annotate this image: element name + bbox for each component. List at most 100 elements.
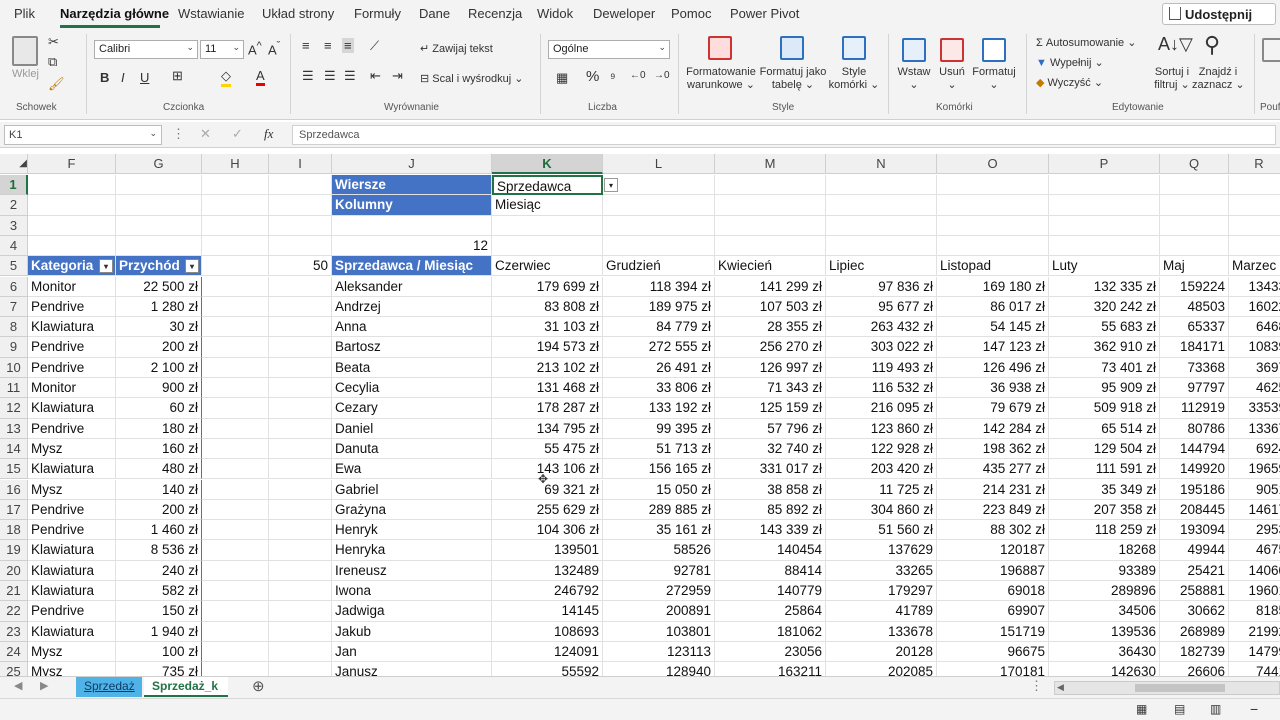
cell-j20[interactable]: Ireneusz — [332, 560, 492, 581]
cell-i17[interactable] — [269, 499, 332, 521]
cell-g15[interactable]: 480 zł — [116, 459, 202, 480]
cell-o3[interactable] — [937, 215, 1049, 236]
cell-r9[interactable]: 10839 — [1229, 337, 1280, 358]
cell-p9[interactable]: 362 910 zł — [1049, 337, 1160, 358]
cell-r23[interactable]: 21992 — [1229, 622, 1280, 642]
cell-l18[interactable]: 35 161 zł — [603, 520, 715, 541]
row-header[interactable]: 2 — [0, 195, 28, 216]
cell-h24[interactable] — [202, 641, 269, 663]
ribbon-tab-4[interactable]: Formuły — [354, 6, 401, 21]
cell-g10[interactable]: 2 100 zł — [116, 357, 202, 378]
cell-n11[interactable]: 116 532 zł — [826, 378, 937, 399]
cell-h10[interactable] — [202, 357, 269, 378]
cell-m6[interactable]: 141 299 zł — [715, 276, 826, 297]
cell-m19[interactable]: 140454 — [715, 540, 826, 561]
cell-r7[interactable]: 16022 — [1229, 297, 1280, 318]
cell-i6[interactable] — [269, 276, 332, 297]
cell-j11[interactable]: Cecylia — [332, 378, 492, 399]
cell-k9[interactable]: 194 573 zł — [492, 337, 603, 358]
cell-f20[interactable]: Klawiatura — [28, 560, 116, 581]
find-select-button[interactable]: Znajdź i zaznacz ⌄ — [1192, 66, 1245, 91]
column-header-q[interactable]: Q — [1160, 154, 1229, 174]
cell-f11[interactable]: Monitor — [28, 378, 116, 399]
cell-n14[interactable]: 122 928 zł — [826, 438, 937, 460]
cell-f10[interactable]: Pendrive — [28, 357, 116, 378]
format-table-icon[interactable] — [780, 36, 804, 60]
cell-p14[interactable]: 129 504 zł — [1049, 438, 1160, 460]
cell-g21[interactable]: 582 zł — [116, 581, 202, 602]
row-header[interactable]: 11 — [0, 378, 28, 399]
fill-color-icon[interactable]: ◇ — [221, 68, 231, 87]
align-bottom-icon[interactable]: ≡ — [342, 38, 354, 53]
cell-r13[interactable]: 13367 — [1229, 419, 1280, 439]
decimal-decrease-icon[interactable]: →0 — [654, 70, 670, 81]
enter-icon[interactable]: ✓ — [232, 126, 243, 142]
cell-styles-icon[interactable] — [842, 36, 866, 60]
cell-p11[interactable]: 95 909 zł — [1049, 378, 1160, 399]
cell-m21[interactable]: 140779 — [715, 581, 826, 602]
cell-r12[interactable]: 33539 — [1229, 398, 1280, 419]
cell-f15[interactable]: Klawiatura — [28, 459, 116, 480]
cell-o18[interactable]: 88 302 zł — [937, 520, 1049, 541]
column-header-r[interactable]: R — [1229, 154, 1280, 174]
align-right-icon[interactable]: ☰ — [344, 68, 356, 84]
cell-l15[interactable]: 156 165 zł — [603, 459, 715, 480]
percent-icon[interactable]: % — [586, 68, 599, 85]
cell-o14[interactable]: 198 362 zł — [937, 438, 1049, 460]
cell-p8[interactable]: 55 683 zł — [1049, 317, 1160, 338]
cell-g20[interactable]: 240 zł — [116, 560, 202, 581]
row-header[interactable]: 24 — [0, 641, 28, 663]
wrap-text-button[interactable]: ↵ Zawijaj tekst — [420, 42, 493, 55]
cell-o15[interactable]: 435 277 zł — [937, 459, 1049, 480]
cell-p7[interactable]: 320 242 zł — [1049, 296, 1160, 318]
row-header[interactable]: 7 — [0, 296, 28, 318]
align-left-icon[interactable]: ☰ — [302, 68, 314, 84]
row-header[interactable]: 20 — [0, 560, 28, 581]
delete-cells-icon[interactable] — [940, 38, 964, 62]
indent-decrease-icon[interactable]: ⇤ — [370, 68, 381, 84]
cell-m16[interactable]: 38 858 zł — [715, 479, 826, 500]
add-sheet-icon[interactable]: ⊕ — [252, 677, 265, 695]
cell-o21[interactable]: 69018 — [937, 581, 1049, 602]
row-header[interactable]: 13 — [0, 418, 28, 439]
cell-l23[interactable]: 103801 — [603, 621, 715, 642]
ribbon-tab-8[interactable]: Deweloper — [593, 6, 655, 21]
horizontal-scrollbar[interactable]: ◀ — [1054, 681, 1280, 695]
cell-p16[interactable]: 35 349 zł — [1049, 479, 1160, 500]
cell-n2[interactable] — [826, 195, 937, 216]
cell-f6[interactable]: Monitor — [28, 276, 116, 297]
cell-p24[interactable]: 36430 — [1049, 641, 1160, 663]
currency-icon[interactable]: ▦ — [556, 70, 568, 86]
sheet-tab-sprzedaz[interactable]: Sprzedaż — [76, 677, 142, 697]
cell-m12[interactable]: 125 159 zł — [715, 398, 826, 419]
column-header-p[interactable]: P — [1049, 154, 1160, 174]
cell-f23[interactable]: Klawiatura — [28, 621, 116, 642]
cell-f12[interactable]: Klawiatura — [28, 398, 116, 419]
cell-f9[interactable]: Pendrive — [28, 337, 116, 358]
name-box[interactable]: K1 ⌄ — [4, 125, 162, 145]
insert-cells-icon[interactable] — [902, 38, 926, 62]
cell-f7[interactable]: Pendrive — [28, 296, 116, 318]
cell-i13[interactable] — [269, 418, 332, 439]
cell-q8[interactable]: 65337 — [1160, 317, 1229, 338]
cell-n10[interactable]: 119 493 zł — [826, 357, 937, 378]
sheet-tab-sprzedaz-k[interactable]: Sprzedaż_k — [144, 677, 228, 697]
cell-r22[interactable]: 8185 — [1229, 601, 1280, 622]
sort-filter-icon[interactable]: A↓▽ — [1158, 34, 1193, 55]
cell-k13[interactable]: 134 795 zł — [492, 418, 603, 439]
cell-m23[interactable]: 181062 — [715, 621, 826, 642]
cell-l9[interactable]: 272 555 zł — [603, 337, 715, 358]
paste-button-label[interactable]: Wklej — [12, 68, 39, 80]
cell-g1[interactable] — [116, 175, 202, 196]
cell-h11[interactable] — [202, 378, 269, 399]
cell-styles-button[interactable]: Style komórki ⌄ — [826, 66, 882, 91]
cell-k7[interactable]: 83 808 zł — [492, 296, 603, 318]
format-cells-button[interactable]: Formatuj ⌄ — [970, 66, 1018, 91]
cell-k17[interactable]: 255 629 zł — [492, 499, 603, 521]
cell-o13[interactable]: 142 284 zł — [937, 418, 1049, 439]
cell-g5[interactable]: Przychód ▾ — [116, 256, 202, 277]
cell-n3[interactable] — [826, 215, 937, 236]
cell-k10[interactable]: 213 102 zł — [492, 357, 603, 378]
cell-n19[interactable]: 137629 — [826, 540, 937, 561]
column-header-o[interactable]: O — [937, 154, 1049, 174]
